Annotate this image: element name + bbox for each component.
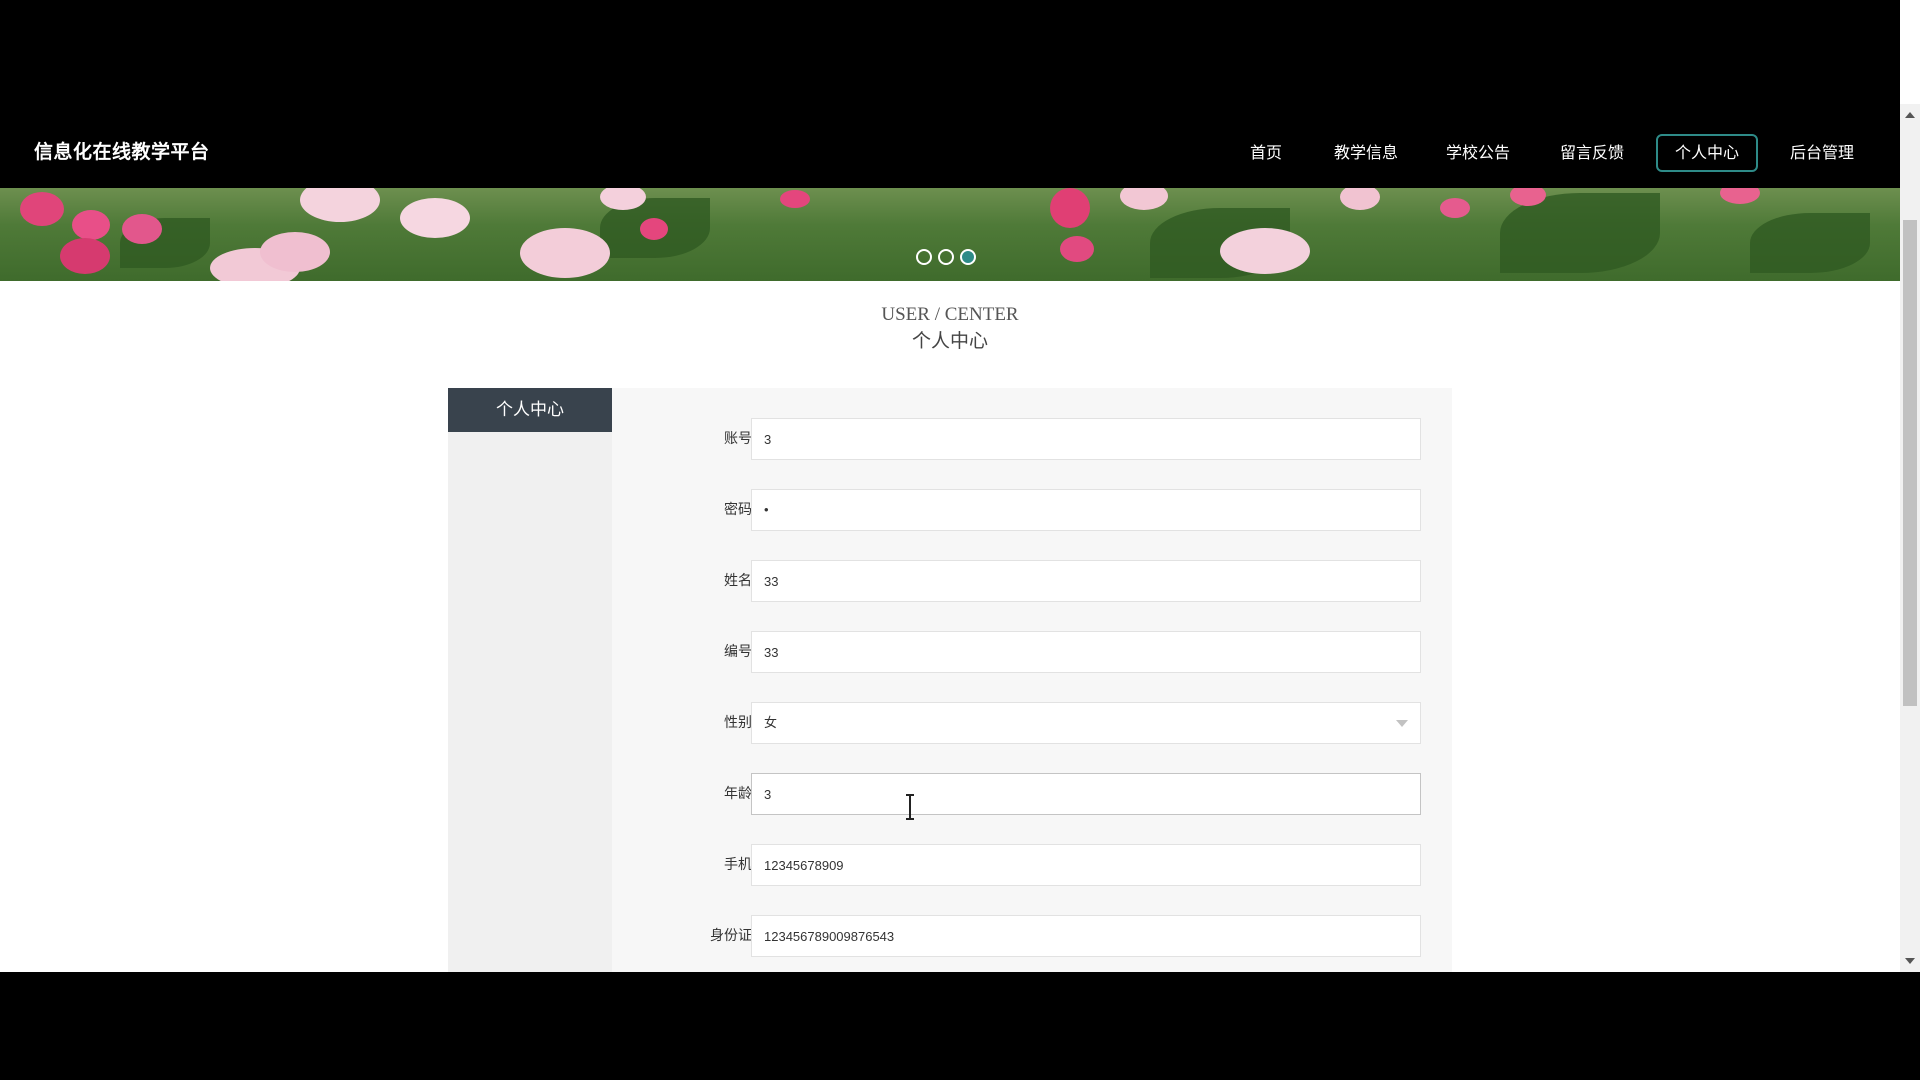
- form-row-name: 姓名: [612, 560, 1452, 602]
- carousel-indicators: [916, 249, 976, 265]
- site-title[interactable]: 信息化在线教学平台: [34, 138, 210, 166]
- carousel-dot-3[interactable]: [960, 249, 976, 265]
- banner-carousel[interactable]: [0, 188, 1900, 281]
- sidebar: 个人中心: [448, 388, 612, 972]
- nav-item-admin[interactable]: 后台管理: [1780, 134, 1864, 172]
- form-row-age: 年龄: [612, 773, 1452, 815]
- top-letterbox: [0, 0, 1900, 116]
- banner-flower: [400, 198, 470, 238]
- number-label: 编号: [724, 644, 752, 660]
- sidebar-item-user-center[interactable]: 个人中心: [448, 388, 612, 432]
- banner-flower: [1440, 198, 1470, 218]
- banner-leaf: [1750, 213, 1870, 273]
- text-cursor-icon: [903, 794, 917, 820]
- nav-item-user-center[interactable]: 个人中心: [1656, 134, 1758, 172]
- carousel-dot-2[interactable]: [938, 249, 954, 265]
- profile-form: 账号 密码 • 姓名 编号 性别 女 年龄 手机: [612, 388, 1452, 972]
- phone-label: 手机: [724, 857, 752, 873]
- nav-item-teaching-info[interactable]: 教学信息: [1326, 134, 1406, 172]
- form-row-password: 密码 •: [612, 489, 1452, 531]
- scrollbar-thumb[interactable]: [1903, 220, 1917, 706]
- navbar: 信息化在线教学平台 首页 教学信息 学校公告 留言反馈 个人中心 后台管理: [0, 116, 1900, 188]
- carousel-dot-1[interactable]: [916, 249, 932, 265]
- browser-viewport: 信息化在线教学平台 首页 教学信息 学校公告 留言反馈 个人中心 后台管理 US…: [0, 0, 1920, 972]
- phone-input[interactable]: [751, 844, 1421, 886]
- nav-item-school-notice[interactable]: 学校公告: [1438, 134, 1518, 172]
- form-row-phone: 手机: [612, 844, 1452, 886]
- number-input[interactable]: [751, 631, 1421, 673]
- password-input[interactable]: •: [751, 489, 1421, 531]
- age-input[interactable]: [751, 773, 1421, 815]
- banner-flower: [1340, 188, 1380, 210]
- banner-flower: [1720, 188, 1760, 204]
- form-row-number: 编号: [612, 631, 1452, 673]
- section-title-cn: 个人中心: [911, 330, 988, 352]
- banner-flower: [520, 228, 610, 278]
- gender-select[interactable]: 女: [751, 702, 1421, 744]
- password-label: 密码: [724, 502, 752, 518]
- banner-flower: [300, 188, 380, 222]
- gender-selected-value: 女: [764, 715, 778, 730]
- banner-flower: [1120, 188, 1168, 210]
- chevron-down-icon: [1396, 720, 1408, 727]
- age-label: 年龄: [724, 786, 752, 802]
- banner-flower: [1050, 188, 1090, 228]
- banner-flower: [780, 190, 810, 208]
- account-label: 账号: [724, 431, 752, 447]
- account-input[interactable]: [751, 418, 1421, 460]
- name-input[interactable]: [751, 560, 1421, 602]
- banner-flower: [60, 238, 110, 274]
- id-card-input[interactable]: [751, 915, 1421, 957]
- banner-flower: [20, 192, 64, 226]
- section-title-en: USER / CENTER: [881, 304, 1019, 325]
- banner-flower: [122, 214, 162, 244]
- scroll-up-arrow-icon[interactable]: [1905, 112, 1915, 118]
- form-row-id-card: 身份证: [612, 915, 1452, 957]
- banner-flower: [72, 210, 110, 240]
- nav-item-feedback[interactable]: 留言反馈: [1552, 134, 1632, 172]
- section-heading: USER / CENTER 个人中心: [0, 302, 1900, 354]
- nav-item-home[interactable]: 首页: [1234, 134, 1298, 172]
- banner-flower: [260, 232, 330, 272]
- form-row-gender: 性别 女: [612, 702, 1452, 744]
- banner-flower: [1220, 228, 1310, 274]
- scroll-down-arrow-icon[interactable]: [1905, 958, 1915, 964]
- name-label: 姓名: [724, 573, 752, 589]
- id-card-label: 身份证: [710, 928, 752, 944]
- gender-label: 性别: [724, 715, 752, 731]
- banner-flower: [1060, 236, 1094, 262]
- banner-flower: [640, 218, 668, 240]
- form-row-account: 账号: [612, 418, 1452, 460]
- page-scrollbar[interactable]: [1900, 104, 1920, 972]
